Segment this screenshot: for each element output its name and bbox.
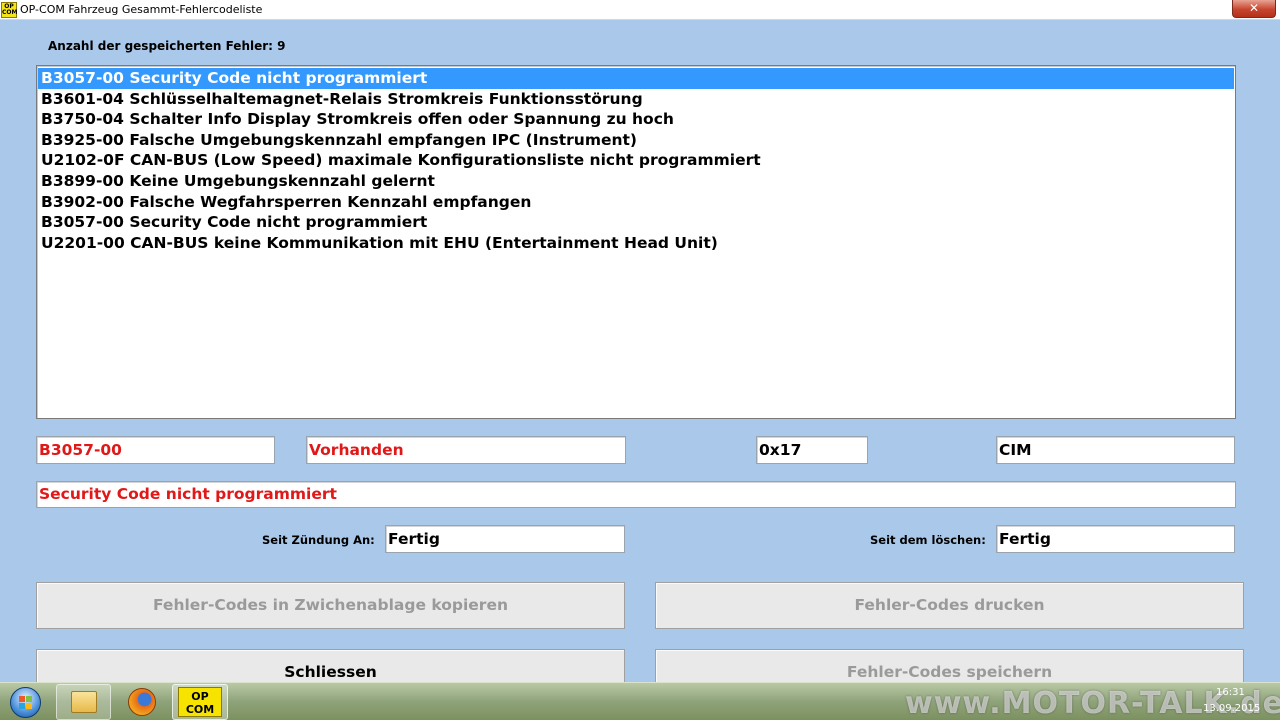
error-list-item[interactable]: U2201-00 CAN-BUS keine Kommunikation mit… — [38, 233, 1234, 254]
since-ignition-label: Seit Zündung An: — [262, 533, 375, 547]
opcom-icon-text-op: OP — [191, 690, 209, 703]
opcom-app-icon: OP COM — [1, 2, 17, 18]
firefox-icon — [128, 688, 156, 716]
error-list-item[interactable]: U2102-0F CAN-BUS (Low Speed) maximale Ko… — [38, 150, 1234, 171]
error-code-field[interactable]: B3057-00 — [36, 436, 275, 464]
print-codes-button[interactable]: Fehler-Codes drucken — [655, 582, 1244, 629]
error-list-item[interactable]: B3750-04 Schalter Info Display Stromkrei… — [38, 109, 1234, 130]
error-list-item[interactable]: B3902-00 Falsche Wegfahrsperren Kennzahl… — [38, 192, 1234, 213]
error-list-item[interactable]: B3899-00 Keine Umgebungskennzahl gelernt — [38, 171, 1234, 192]
error-list-item[interactable]: B3057-00 Security Code nicht programmier… — [38, 68, 1234, 89]
since-clear-label: Seit dem löschen: — [870, 533, 986, 547]
taskbar: OP COM www.MOTOR-TALK.de 16:31 13.09.201… — [0, 682, 1280, 720]
copy-to-clipboard-button[interactable]: Fehler-Codes in Zwichenablage kopieren — [36, 582, 625, 629]
taskbar-firefox[interactable] — [116, 684, 168, 720]
error-count-label: Anzahl der gespeicherten Fehler: 9 — [48, 39, 286, 53]
error-list-item[interactable]: B3601-04 Schlüsselhaltemagnet-Relais Str… — [38, 89, 1234, 110]
window-close-button[interactable]: ✕ — [1232, 0, 1276, 18]
error-status-field[interactable]: Vorhanden — [306, 436, 626, 464]
error-list-item[interactable]: B3925-00 Falsche Umgebungskennzahl empfa… — [38, 130, 1234, 151]
error-list-item[interactable]: B3057-00 Security Code nicht programmier… — [38, 212, 1234, 233]
opcom-icon: OP COM — [178, 687, 222, 717]
taskbar-explorer[interactable] — [56, 684, 111, 720]
since-ignition-field[interactable]: Fertig — [385, 525, 625, 553]
error-description-field[interactable]: Security Code nicht programmiert — [36, 481, 1236, 508]
start-button[interactable] — [2, 684, 50, 720]
title-bar[interactable]: OP COM OP-COM Fahrzeug Gesammt-Fehlercod… — [0, 0, 1280, 20]
folder-icon — [71, 691, 97, 713]
module-field[interactable]: CIM — [996, 436, 1235, 464]
clock-date[interactable]: 13.09.2015 — [1203, 703, 1260, 714]
opcom-icon-text-com: COM — [185, 703, 215, 716]
windows-logo-icon — [19, 696, 32, 709]
error-code-list[interactable]: B3057-00 Security Code nicht programmier… — [36, 65, 1236, 419]
clock-time[interactable]: 16:31 — [1216, 687, 1245, 698]
since-clear-field[interactable]: Fertig — [996, 525, 1235, 553]
window-title: OP-COM Fahrzeug Gesammt-Fehlercodeliste — [20, 3, 263, 16]
windows-start-icon — [10, 687, 41, 718]
error-hex-field[interactable]: 0x17 — [756, 436, 868, 464]
taskbar-opcom[interactable]: OP COM — [172, 684, 228, 720]
close-icon: ✕ — [1248, 1, 1260, 15]
app-icon-text-com: COM — [2, 9, 18, 16]
